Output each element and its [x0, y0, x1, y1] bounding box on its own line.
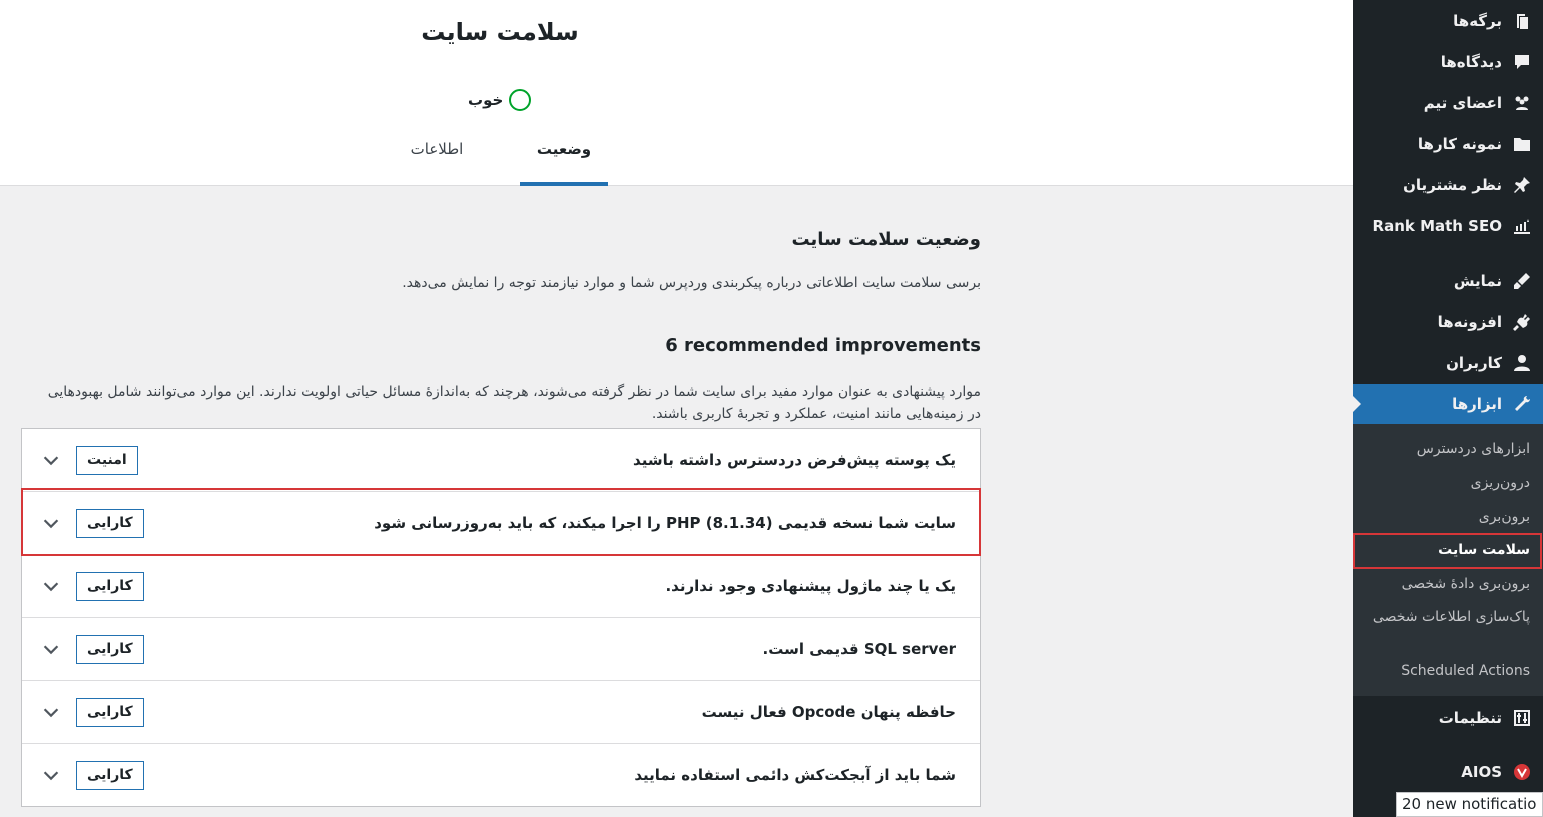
admin-sidebar: برگه‌ها دیدگاه‌ها اعضای تیم نمونه کارها … [1353, 0, 1543, 817]
sidebar-item-label: دیدگاه‌ها [1440, 53, 1502, 71]
sidebar-item-appearance[interactable]: نمایش [1353, 261, 1543, 301]
main-content: وضعیت سلامت سایت برسی سلامت سایت اطلاعات… [0, 187, 1353, 817]
submenu-item-scheduled-actions[interactable]: Scheduled Actions [1353, 660, 1543, 682]
health-status: خوب [468, 89, 532, 111]
sidebar-item-tools[interactable]: ابزارها [1353, 384, 1543, 424]
sidebar-item-label: برگه‌ها [1453, 12, 1502, 30]
submenu-item-export-personal-data[interactable]: برون‌بری دادهٔ شخصی [1353, 573, 1543, 595]
rank-math-icon [1511, 215, 1533, 237]
sidebar-item-testimonials[interactable]: نظر مشتریان [1353, 165, 1543, 205]
sidebar-item-label: نظر مشتریان [1403, 176, 1502, 194]
sidebar-item-label: نمونه کارها [1417, 135, 1502, 153]
plugins-icon [1511, 311, 1533, 333]
section-description: برسی سلامت سایت اطلاعاتی درباره پیکربندی… [402, 275, 981, 291]
page-header: سلامت سایت خوب وضعیت اطلاعات [0, 0, 1353, 186]
pages-icon [1511, 10, 1533, 32]
sidebar-item-label: افزونه‌ها [1437, 313, 1502, 331]
users-icon [1511, 352, 1533, 374]
section-title: وضعیت سلامت سایت [791, 229, 981, 250]
sidebar-item-label: اعضای تیم [1423, 94, 1502, 112]
improvements-description: موارد پیشنهادی به عنوان موارد مفید برای … [47, 384, 981, 422]
category-badge: کارایی [76, 760, 144, 790]
sidebar-item-label: ابزارها [1452, 395, 1502, 413]
sidebar-item-label: نمایش [1453, 272, 1502, 290]
accordion-item-title: SQL server قدیمی است. [762, 640, 956, 658]
accordion-item-title: حافظه پنهان Opcode فعال نیست [701, 703, 956, 721]
sidebar-item-users[interactable]: کاربران [1353, 343, 1543, 383]
improvements-accordion: یک پوسته پیش‌فرض دردسترس داشته باشید امن… [21, 428, 981, 807]
folder-icon [1511, 133, 1533, 155]
accordion-item[interactable]: حافظه پنهان Opcode فعال نیست کارایی [22, 681, 980, 744]
category-badge: امنیت [76, 445, 138, 475]
chevron-down-icon[interactable] [40, 575, 62, 597]
notification-tooltip: 20 new notificatio [1396, 792, 1543, 817]
sidebar-item-settings[interactable]: تنظیمات [1353, 698, 1543, 738]
tools-submenu: ابزارهای دردسترس درون‌ریزی برون‌بری سلام… [1353, 424, 1543, 696]
pin-icon [1511, 174, 1533, 196]
sidebar-item-label: تنظیمات [1438, 709, 1502, 727]
appearance-icon [1511, 270, 1533, 292]
sidebar-item-label: کاربران [1446, 354, 1502, 372]
tab-info[interactable]: اطلاعات [400, 140, 474, 158]
sidebar-item-pages[interactable]: برگه‌ها [1353, 1, 1543, 41]
accordion-item[interactable]: شما باید از آبجکت‌کش دائمی استفاده نمایی… [22, 744, 980, 806]
accordion-item[interactable]: یک پوسته پیش‌فرض دردسترس داشته باشید امن… [22, 429, 980, 492]
settings-icon [1511, 707, 1533, 729]
aios-icon [1511, 761, 1533, 783]
sidebar-item-comments[interactable]: دیدگاه‌ها [1353, 42, 1543, 82]
improvements-title: 6 recommended improvements [665, 335, 981, 356]
sidebar-item-label: AIOS [1461, 763, 1502, 781]
chevron-down-icon[interactable] [40, 449, 62, 471]
sidebar-item-team[interactable]: اعضای تیم [1353, 83, 1543, 123]
category-badge: کارایی [76, 634, 144, 664]
accordion-item-title: سایت شما نسخه قدیمی PHP (8.1.34) را اجرا… [374, 514, 956, 532]
accordion-item-title: شما باید از آبجکت‌کش دائمی استفاده نمایی… [634, 766, 956, 784]
tools-icon [1511, 393, 1533, 415]
page-title: سلامت سایت [421, 18, 579, 46]
team-icon [1511, 92, 1533, 114]
chevron-down-icon[interactable] [40, 512, 62, 534]
submenu-item-import[interactable]: درون‌ریزی [1353, 472, 1543, 494]
sidebar-item-aios[interactable]: AIOS [1353, 752, 1543, 792]
accordion-item-title: یک پوسته پیش‌فرض دردسترس داشته باشید [633, 451, 956, 469]
accordion-item[interactable]: SQL server قدیمی است. کارایی [22, 618, 980, 681]
sidebar-item-plugins[interactable]: افزونه‌ها [1353, 302, 1543, 342]
accordion-item[interactable]: سایت شما نسخه قدیمی PHP (8.1.34) را اجرا… [22, 492, 980, 555]
sidebar-item-label: Rank Math SEO [1372, 217, 1502, 235]
submenu-item-available-tools[interactable]: ابزارهای دردسترس [1353, 438, 1543, 460]
chevron-down-icon[interactable] [40, 701, 62, 723]
category-badge: کارایی [76, 508, 144, 538]
tab-status[interactable]: وضعیت [520, 140, 608, 186]
submenu-item-export[interactable]: برون‌بری [1353, 506, 1543, 528]
status-label: خوب [468, 91, 504, 109]
category-badge: کارایی [76, 697, 144, 727]
sidebar-item-rank-math[interactable]: Rank Math SEO [1353, 206, 1543, 246]
submenu-item-site-health[interactable]: سلامت سایت [1353, 539, 1543, 561]
status-circle-icon [509, 89, 532, 111]
sidebar-item-portfolio[interactable]: نمونه کارها [1353, 124, 1543, 164]
submenu-item-erase-personal-data[interactable]: پاک‌سازی اطلاعات شخصی [1353, 606, 1543, 628]
category-badge: کارایی [76, 571, 144, 601]
comments-icon [1511, 51, 1533, 73]
accordion-item[interactable]: یک یا چند ماژول پیشنهادی وجود ندارند. کا… [22, 555, 980, 618]
chevron-down-icon[interactable] [40, 638, 62, 660]
chevron-down-icon[interactable] [40, 764, 62, 786]
accordion-item-title: یک یا چند ماژول پیشنهادی وجود ندارند. [665, 577, 956, 595]
